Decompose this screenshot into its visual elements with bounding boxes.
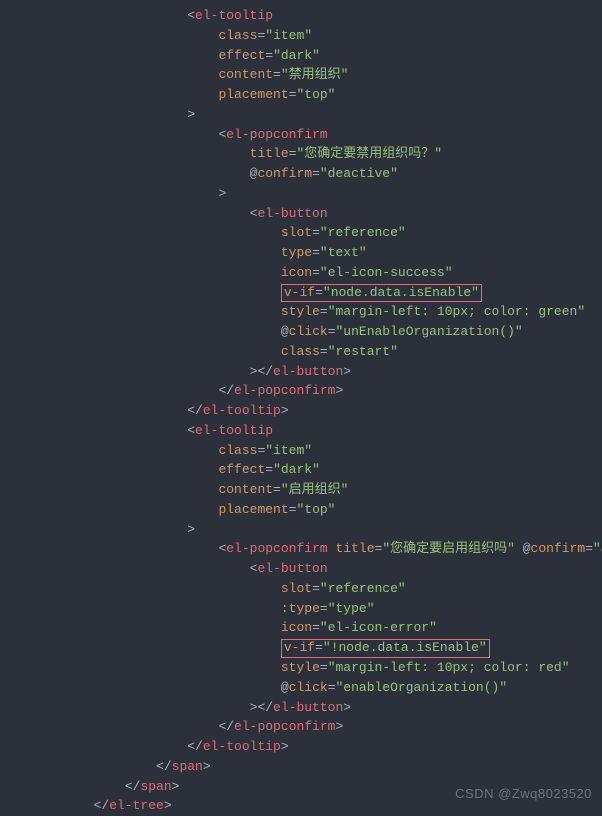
code-line: style="margin-left: 10px; color: green" [0,302,602,322]
code-line: class="restart" [0,342,602,362]
code-line: ></el-button> [0,362,602,382]
code-line: > [0,105,602,125]
code-line: icon="el-icon-success" [0,263,602,283]
code-line: <el-tooltip [0,421,602,441]
code-line: icon="el-icon-error" [0,618,602,638]
code-line: > [0,520,602,540]
highlight-box: v-if="!node.data.isEnable" [281,639,490,658]
code-line: @confirm="deactive" [0,164,602,184]
code-line: @click="enableOrganization()" [0,678,602,698]
code-line: <el-button [0,559,602,579]
code-line: placement="top" [0,85,602,105]
code-line: </el-tooltip> [0,401,602,421]
code-block: <el-tooltip class="item" effect="dark" c… [0,6,602,816]
code-line: class="item" [0,26,602,46]
code-line: <el-popconfirm [0,125,602,145]
code-line: </span> [0,757,602,777]
code-line: type="text" [0,243,602,263]
code-line: v-if="!node.data.isEnable" [0,638,602,658]
code-line: content="禁用组织" [0,65,602,85]
code-line: <el-button [0,204,602,224]
code-line: </el-popconfirm> [0,717,602,737]
code-line: @click="unEnableOrganization()" [0,322,602,342]
code-line: </el-popconfirm> [0,381,602,401]
code-line: effect="dark" [0,460,602,480]
highlight-box: v-if="node.data.isEnable" [281,284,482,303]
code-line: :type="type" [0,599,602,619]
code-line: effect="dark" [0,46,602,66]
code-line: <el-tooltip [0,6,602,26]
code-line: v-if="node.data.isEnable" [0,283,602,303]
code-line: <el-popconfirm title="您确定要启用组织吗" @confir… [0,539,602,559]
watermark: CSDN @Zwq8023520 [455,784,592,804]
code-line: content="启用组织" [0,480,602,500]
code-line: class="item" [0,441,602,461]
code-line: ></el-button> [0,698,602,718]
code-line: placement="top" [0,500,602,520]
code-line: </el-tooltip> [0,737,602,757]
code-line: slot="reference" [0,579,602,599]
code-line: slot="reference" [0,223,602,243]
code-line: > [0,184,602,204]
code-line: style="margin-left: 10px; color: red" [0,658,602,678]
code-line: title="您确定要禁用组织吗？" [0,144,602,164]
